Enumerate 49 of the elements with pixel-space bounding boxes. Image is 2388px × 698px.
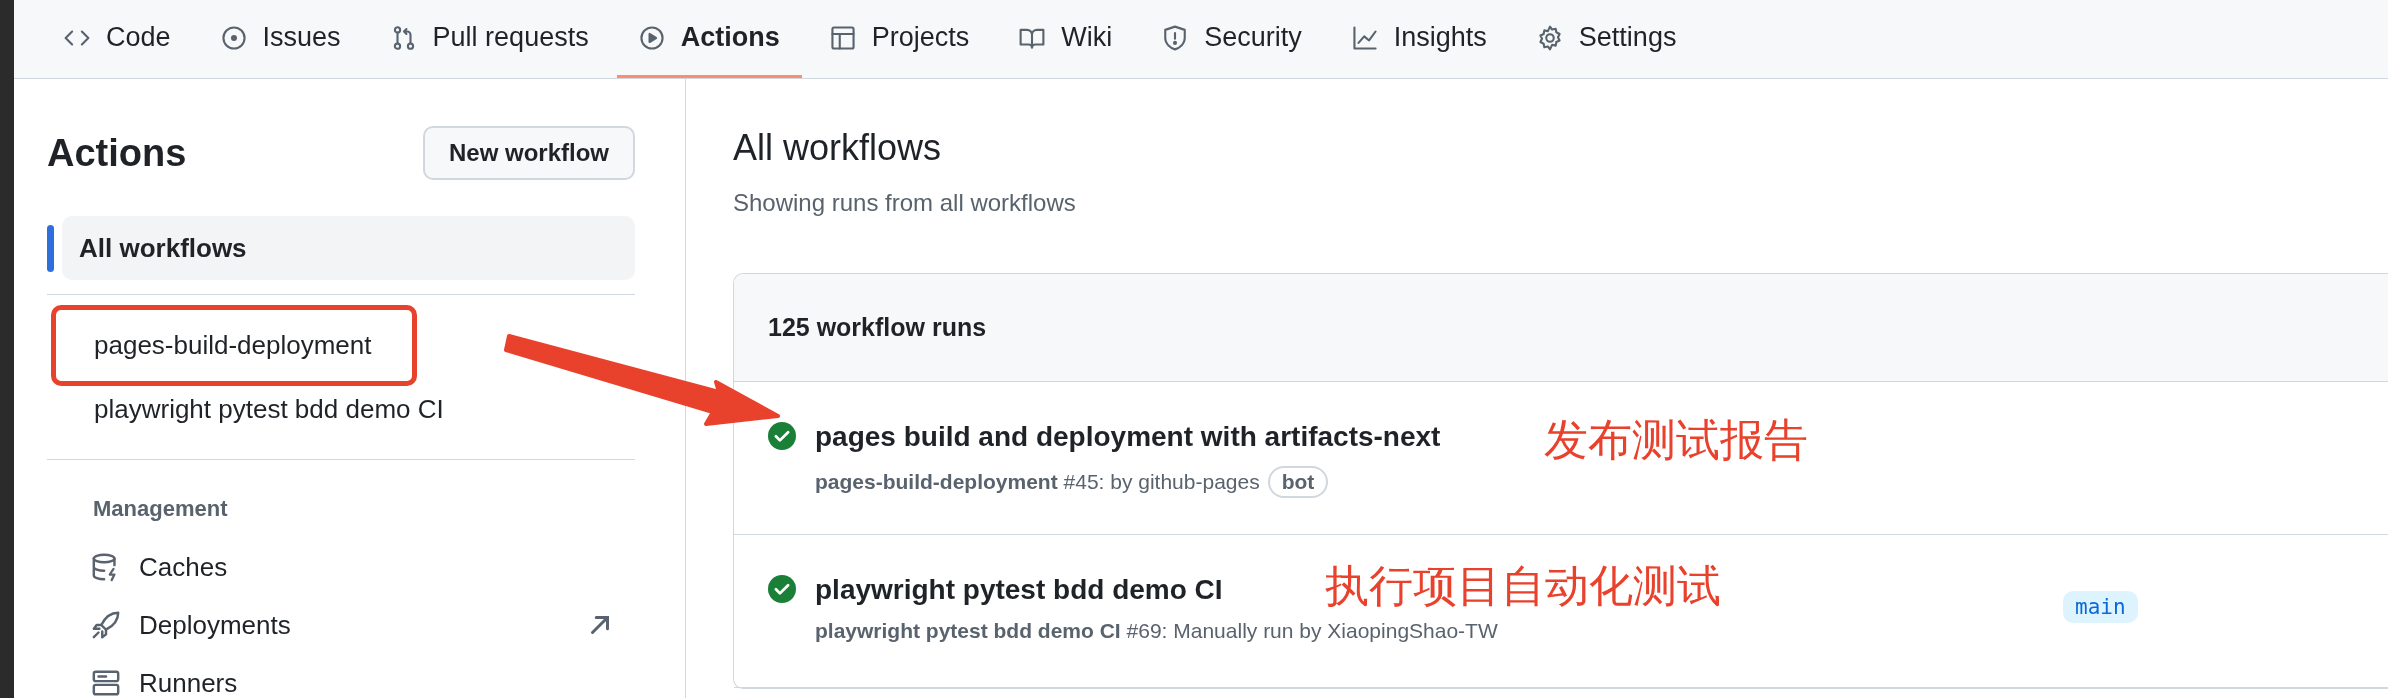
run-detail: playwright pytest bdd demo CI #69: Manually run by XiaopingShao-TW	[815, 619, 1498, 643]
table-icon	[829, 24, 856, 51]
tab-label: Settings	[1578, 22, 1677, 53]
nav-tab[interactable]: Issues	[198, 0, 363, 78]
nav-tab[interactable]: Actions	[616, 0, 802, 78]
run-detail: pages-build-deployment #45: by github-pages	[815, 470, 1260, 494]
section-heading: Management	[92, 495, 229, 523]
tab-label: Wiki	[1061, 22, 1113, 53]
nav-tab[interactable]: Settings	[1514, 0, 1699, 78]
page-subtitle: Showing runs from all workflows	[733, 189, 1077, 217]
new-workflow-button[interactable]: New workflow	[422, 126, 635, 180]
tab-label: Projects	[871, 22, 970, 53]
tab-label: Issues	[262, 22, 341, 53]
tab-label: Actions	[680, 22, 780, 53]
tab-label: Code	[106, 22, 171, 53]
issue-icon	[220, 24, 247, 51]
nav-tab[interactable]: Code	[42, 0, 193, 78]
tab-label: Insights	[1393, 22, 1487, 53]
server-icon	[91, 668, 121, 698]
page-title: All workflows	[733, 127, 943, 169]
item-label: Deployments	[139, 609, 291, 641]
nav-tab[interactable]: Wiki	[997, 0, 1135, 78]
workflow-item[interactable]: playwright pytest bdd demo CI	[62, 387, 635, 432]
shield-icon	[1162, 24, 1189, 51]
nav-tab[interactable]: Pull requests	[368, 0, 611, 78]
nav-tab[interactable]: Security	[1140, 0, 1324, 78]
graph-icon	[1351, 24, 1378, 51]
management-item[interactable]: Deployments	[47, 596, 635, 654]
runs-count: 125 workflow runs	[734, 274, 2388, 382]
settings-icon	[1536, 24, 1563, 51]
annotation-text: 发布测试报告	[1544, 418, 1808, 462]
management-item[interactable]: Caches	[47, 538, 635, 596]
tab-label: Pull requests	[432, 22, 589, 53]
tab-label: Security	[1204, 22, 1302, 53]
rocket-icon	[91, 610, 121, 640]
item-label: Runners	[139, 667, 238, 698]
branch-label[interactable]: main	[2063, 591, 2138, 623]
annotation-text: 执行项目自动化测试	[1325, 564, 1721, 608]
nav-tab[interactable]: Insights	[1329, 0, 1509, 78]
sidebar-title: Actions	[47, 131, 187, 175]
workflow-item[interactable]: pages-build-deployment	[51, 305, 417, 386]
run-title[interactable]: pages build and deployment with artifacts-next	[815, 418, 1441, 456]
workflow-item[interactable]: All workflows	[62, 216, 635, 280]
nav-tab[interactable]: Projects	[807, 0, 992, 78]
play-icon	[638, 24, 665, 51]
item-label: Caches	[139, 551, 228, 583]
management-item[interactable]: Runners	[47, 654, 635, 698]
run-title[interactable]: playwright pytest bdd demo CI	[815, 571, 1223, 609]
bot-label: bot	[1267, 466, 1329, 498]
